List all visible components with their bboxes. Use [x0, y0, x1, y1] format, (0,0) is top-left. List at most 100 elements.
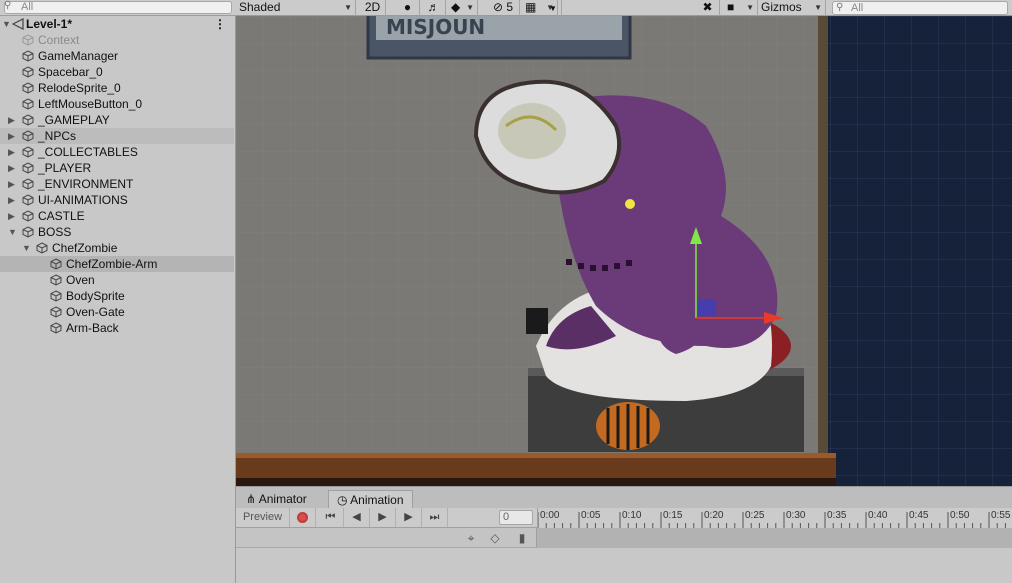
timeline-tick-label: 0:50 — [950, 510, 970, 521]
scene-name-label: Level-1* — [26, 17, 73, 31]
hierarchy-item-label: Oven-Gate — [66, 305, 125, 319]
hierarchy-item-label: _NPCs — [38, 129, 77, 143]
hierarchy-item-label: UI-ANIMATIONS — [38, 193, 128, 207]
more-options-icon[interactable]: ⋮ — [214, 16, 226, 32]
hierarchy-item[interactable]: ▼ BOSS — [0, 224, 234, 240]
hierarchy-item-label: ChefZombie-Arm — [66, 257, 158, 271]
search-icon: ⚲ — [836, 2, 844, 13]
timeline-ruler[interactable]: 0:00 0:05 0:10 0:15 0:20 0:25 0:30 0:35 0:40 0:45… — [537, 508, 1012, 528]
animator-icon: ⋔ — [246, 492, 257, 506]
hierarchy-item[interactable]: ChefZombie-Arm — [0, 256, 234, 272]
hierarchy-item-label: Arm-Back — [66, 321, 119, 335]
hierarchy-item[interactable]: Context — [0, 32, 234, 48]
gameobject-cube-icon — [50, 274, 62, 286]
gameobject-cube-icon — [22, 146, 34, 158]
tab-animation[interactable]: ◷ Animation — [328, 490, 413, 509]
hierarchy-item[interactable]: ▶ _NPCs — [0, 128, 234, 144]
scene-canvas[interactable]: MISJOUN — [236, 16, 1012, 486]
last-keyframe-button[interactable]: ⏭ — [422, 508, 448, 527]
gizmo-xy-plane-handle[interactable] — [698, 299, 716, 316]
hierarchy-scene-row[interactable]: ▼ Level-1* ⋮ — [0, 16, 234, 32]
expand-arrow-icon[interactable]: ▼ — [2, 16, 12, 32]
play-button[interactable]: ▶ — [370, 508, 396, 527]
timeline-tick-label: 0:05 — [581, 510, 601, 521]
collapsed-arrow-icon[interactable]: ▶ — [8, 208, 18, 224]
hierarchy-item-label: _GAMEPLAY — [38, 113, 110, 127]
tab-animator[interactable]: ⋔ Animator — [238, 490, 315, 509]
record-icon — [297, 511, 308, 523]
hierarchy-item-label: BodySprite — [66, 289, 125, 303]
add-event-icon[interactable]: ▮ — [512, 529, 532, 547]
grid-dropdown-arrow[interactable]: ▼ — [546, 0, 562, 16]
gizmos-dropdown[interactable]: Gizmos ▼ — [758, 0, 826, 16]
hierarchy-item[interactable]: BodySprite — [0, 288, 234, 304]
shading-mode-dropdown[interactable]: Shaded ▼ — [236, 0, 356, 16]
animation-tab-bar: ⋔ Animator ◷ Animation — [236, 486, 1012, 509]
animation-clock-icon: ◷ — [337, 493, 348, 507]
hierarchy-item[interactable]: ▶ _COLLECTABLES — [0, 144, 234, 160]
collapsed-arrow-icon[interactable]: ▶ — [8, 128, 18, 144]
scene-search-input[interactable]: ⚲ All — [832, 1, 1008, 15]
expanded-arrow-icon[interactable]: ▼ — [22, 240, 32, 256]
hierarchy-item[interactable]: Arm-Back — [0, 320, 234, 336]
dropdown-arrow-icon: ▼ — [549, 4, 557, 13]
next-keyframe-button[interactable]: ▶ — [396, 508, 422, 527]
hierarchy-panel: ▼ Level-1* ⋮ Context GameManager Spacebar_… — [0, 16, 236, 583]
skip-to-start-icon: ⏮ — [325, 511, 336, 523]
record-button[interactable] — [290, 508, 316, 527]
hidden-objects-toggle[interactable]: ⊘ 5 — [490, 0, 520, 16]
hierarchy-item-label: Oven — [66, 273, 95, 287]
effects-dropdown[interactable]: ◆ ▼ — [448, 0, 478, 16]
hierarchy-item[interactable]: ▶ _ENVIRONMENT — [0, 176, 234, 192]
gameobject-cube-icon — [36, 242, 48, 254]
first-keyframe-button[interactable]: ⏮ — [318, 508, 344, 527]
audio-icon[interactable]: ♬ — [422, 0, 446, 16]
gameobject-cube-icon — [22, 194, 34, 206]
hierarchy-item[interactable]: ▼ ChefZombie — [0, 240, 234, 256]
hierarchy-item[interactable]: ▶ _GAMEPLAY — [0, 112, 234, 128]
hierarchy-item[interactable]: ▶ UI-ANIMATIONS — [0, 192, 234, 208]
gameobject-cube-icon — [22, 114, 34, 126]
gameobject-cube-icon — [22, 162, 34, 174]
next-frame-icon: ▶ — [404, 511, 413, 523]
hierarchy-item-label: _ENVIRONMENT — [38, 177, 134, 191]
timeline-tick-label: 0:45 — [909, 510, 929, 521]
hierarchy-item[interactable]: Oven — [0, 272, 234, 288]
visibility-off-icon: ⊘ — [493, 0, 504, 14]
hierarchy-item[interactable]: ▶ _PLAYER — [0, 160, 234, 176]
frame-number-input[interactable]: 0 — [499, 510, 533, 525]
add-keyframe-target-icon[interactable]: ⌖ — [461, 529, 481, 547]
scene-toolbar: Shaded ▼ 2D ● ♬ ◆ ▼ ⊘ 5 ▦ ▼ ▼ ✖ ■ ▼ Gizm… — [236, 0, 1012, 16]
collapsed-arrow-icon[interactable]: ▶ — [8, 192, 18, 208]
effects-icon: ◆ — [451, 0, 461, 14]
hierarchy-item[interactable]: RelodeSprite_0 — [0, 80, 234, 96]
previous-keyframe-button[interactable]: ◀ — [344, 508, 370, 527]
hierarchy-item-label: CASTLE — [38, 209, 85, 223]
preview-button[interactable]: Preview — [236, 508, 290, 527]
collapsed-arrow-icon[interactable]: ▶ — [8, 144, 18, 160]
dropdown-arrow-icon: ▼ — [746, 3, 754, 12]
camera-dropdown[interactable]: ■ ▼ — [724, 0, 758, 16]
hierarchy-item[interactable]: ▶ CASTLE — [0, 208, 234, 224]
expanded-arrow-icon[interactable]: ▼ — [8, 224, 18, 240]
hierarchy-item[interactable]: LeftMouseButton_0 — [0, 96, 234, 112]
collapsed-arrow-icon[interactable]: ▶ — [8, 176, 18, 192]
toggle-2d-button[interactable]: 2D — [360, 0, 386, 16]
collapsed-arrow-icon[interactable]: ▶ — [8, 160, 18, 176]
lighting-icon[interactable]: ● — [396, 0, 420, 16]
hierarchy-search-bar: All ⚲ — [0, 0, 236, 16]
scene-view[interactable]: MISJOUN — [236, 16, 1012, 486]
tools-icon[interactable]: ✖ — [696, 0, 720, 16]
timeline-tick-label: 0:00 — [540, 510, 560, 521]
hierarchy-item[interactable]: Spacebar_0 — [0, 64, 234, 80]
add-keyframe-icon[interactable]: ◇ — [485, 529, 505, 547]
dopesheet-area[interactable] — [236, 548, 1012, 583]
dropdown-arrow-icon: ▼ — [466, 3, 474, 12]
collapsed-arrow-icon[interactable]: ▶ — [8, 112, 18, 128]
gameobject-cube-icon — [22, 66, 34, 78]
hierarchy-item[interactable]: Oven-Gate — [0, 304, 234, 320]
hierarchy-item[interactable]: GameManager — [0, 48, 234, 64]
hierarchy-item-label: _PLAYER — [38, 161, 92, 175]
dopesheet-summary-row[interactable] — [537, 528, 1012, 548]
hierarchy-search-input[interactable]: All — [4, 1, 232, 14]
